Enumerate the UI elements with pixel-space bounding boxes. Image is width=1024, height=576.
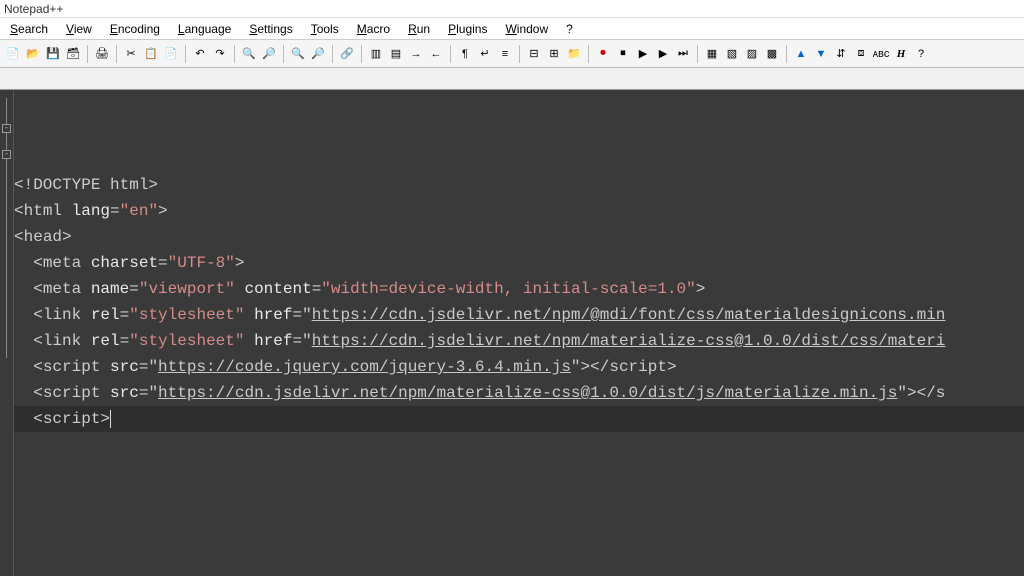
p1-icon[interactable]: ▦ [703, 45, 721, 63]
menu-bar: SearchViewEncodingLanguageSettingsToolsM… [0, 18, 1024, 40]
text-cursor [110, 410, 111, 428]
menu-item-search[interactable]: Search [2, 20, 56, 38]
code-area[interactable]: <!DOCTYPE html><html lang="en"><head> <m… [0, 168, 1024, 432]
toolbar-separator [116, 45, 117, 63]
para-icon[interactable]: ¶ [456, 45, 474, 63]
ffwd-icon[interactable]: ⏭ [674, 45, 692, 63]
app-title: Notepad++ [4, 2, 63, 16]
folder-icon[interactable]: 📁 [565, 45, 583, 63]
p3-icon[interactable]: ▨ [743, 45, 761, 63]
bm-icon[interactable]: ⧈ [852, 45, 870, 63]
toolbar-separator [786, 45, 787, 63]
play-icon[interactable]: ▶ [634, 45, 652, 63]
p4-icon[interactable]: ▩ [763, 45, 781, 63]
toolbar-separator [519, 45, 520, 63]
redo-icon[interactable]: ↷ [211, 45, 229, 63]
code-line[interactable]: <script src="https://code.jquery.com/jqu… [14, 354, 1024, 380]
abc-icon[interactable]: ᴀʙᴄ [872, 45, 890, 63]
code-line[interactable]: <link rel="stylesheet" href="https://cdn… [14, 302, 1024, 328]
fold-gutter: - - [0, 90, 14, 576]
toolbar-separator [87, 45, 88, 63]
H-icon[interactable]: H [892, 45, 910, 63]
tab-bar[interactable] [0, 68, 1024, 90]
find-icon[interactable]: 🔍 [240, 45, 258, 63]
zoom-out-icon[interactable]: 🔎 [309, 45, 327, 63]
menu-item-language[interactable]: Language [170, 20, 239, 38]
menu-item-view[interactable]: View [58, 20, 100, 38]
toolbar-separator [697, 45, 698, 63]
menu-item-run[interactable]: Run [400, 20, 438, 38]
code-line[interactable]: <script src="https://cdn.jsdelivr.net/np… [14, 380, 1024, 406]
zoom-in-icon[interactable]: 🔍 [289, 45, 307, 63]
dup-icon[interactable]: ⇵ [832, 45, 850, 63]
undo-icon[interactable]: ↶ [191, 45, 209, 63]
menu-item-macro[interactable]: Macro [349, 20, 398, 38]
menu-item-tools[interactable]: Tools [303, 20, 347, 38]
code-line[interactable]: <link rel="stylesheet" href="https://cdn… [14, 328, 1024, 354]
ww1-icon[interactable]: ▥ [367, 45, 385, 63]
new-icon[interactable]: 📄 [4, 45, 22, 63]
menu-item-settings[interactable]: Settings [241, 20, 300, 38]
rec-icon[interactable]: ⏺ [594, 45, 612, 63]
menu-item-encoding[interactable]: Encoding [102, 20, 168, 38]
toolbar-separator [361, 45, 362, 63]
toolbar-separator [450, 45, 451, 63]
paste-icon[interactable]: 📄 [162, 45, 180, 63]
up-icon[interactable]: ▲ [792, 45, 810, 63]
save-icon[interactable]: 💾 [44, 45, 62, 63]
menu-item-plugins[interactable]: Plugins [440, 20, 495, 38]
outdent-icon[interactable]: ← [427, 45, 445, 63]
?-icon[interactable]: ? [912, 45, 930, 63]
fold-guide-line [6, 98, 7, 358]
code-line[interactable]: <!DOCTYPE html> [14, 172, 1024, 198]
menu-item-window[interactable]: Window [497, 20, 556, 38]
save-all-icon[interactable]: 🗃 [64, 45, 82, 63]
unfold-icon[interactable]: ⊞ [545, 45, 563, 63]
copy-icon[interactable]: 📋 [142, 45, 160, 63]
toolbar-separator [283, 45, 284, 63]
toolbar-separator [234, 45, 235, 63]
stop-icon[interactable]: ⏹ [614, 45, 632, 63]
toolbar-separator [588, 45, 589, 63]
ww2-icon[interactable]: ▤ [387, 45, 405, 63]
code-line[interactable]: <html lang="en"> [14, 198, 1024, 224]
cut-icon[interactable]: ✂ [122, 45, 140, 63]
indent-icon[interactable]: → [407, 45, 425, 63]
code-line[interactable]: <head> [14, 224, 1024, 250]
toolbar-separator [332, 45, 333, 63]
replace-icon[interactable]: 🔎 [260, 45, 278, 63]
menu-item-?[interactable]: ? [558, 20, 581, 38]
fold-toggle-icon[interactable]: - [2, 124, 11, 133]
toolbar-separator [185, 45, 186, 63]
indent-guide-icon[interactable]: ≡ [496, 45, 514, 63]
toolbar: 📄📂💾🗃🖨✂📋📄↶↷🔍🔎🔍🔎🔗▥▤→←¶↵≡⊟⊞📁⏺⏹▶▶⏭▦▧▨▩▲▼⇵⧈ᴀʙ… [0, 40, 1024, 68]
fold-icon[interactable]: ⊟ [525, 45, 543, 63]
sync-icon[interactable]: 🔗 [338, 45, 356, 63]
eol-icon[interactable]: ↵ [476, 45, 494, 63]
down-icon[interactable]: ▼ [812, 45, 830, 63]
fold-toggle-icon[interactable]: - [2, 150, 11, 159]
code-line[interactable]: <script> [14, 406, 1024, 432]
print-icon[interactable]: 🖨 [93, 45, 111, 63]
p2-icon[interactable]: ▧ [723, 45, 741, 63]
play2-icon[interactable]: ▶ [654, 45, 672, 63]
title-bar: Notepad++ [0, 0, 1024, 18]
code-editor[interactable]: - - <!DOCTYPE html><html lang="en"><head… [0, 90, 1024, 576]
code-line[interactable]: <meta name="viewport" content="width=dev… [14, 276, 1024, 302]
open-icon[interactable]: 📂 [24, 45, 42, 63]
code-line[interactable]: <meta charset="UTF-8"> [14, 250, 1024, 276]
